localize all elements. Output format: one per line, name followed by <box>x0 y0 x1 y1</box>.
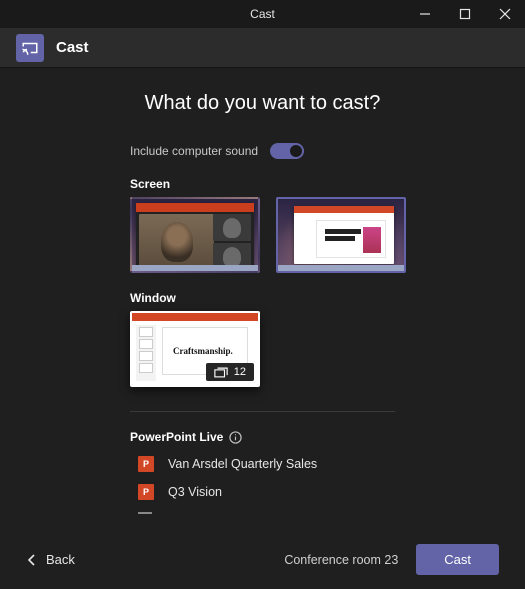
window-controls <box>405 0 525 28</box>
minimize-icon <box>419 8 431 20</box>
include-sound-row: Include computer sound <box>130 143 505 159</box>
maximize-button[interactable] <box>445 0 485 28</box>
ppl-more-indicator <box>138 512 152 514</box>
cast-app-icon <box>16 34 44 62</box>
app-window-preview <box>294 206 394 264</box>
window-thumbnail-1[interactable]: Craftsmanship. 12 <box>130 311 260 387</box>
screen-thumbnail-1[interactable] <box>130 197 260 273</box>
room-name: Conference room 23 <box>284 553 398 567</box>
cast-button[interactable]: Cast <box>416 544 499 575</box>
screen-thumbnails <box>130 197 505 273</box>
divider <box>130 411 395 412</box>
window-section-label: Window <box>130 291 505 305</box>
cast-icon <box>21 41 39 55</box>
powerpoint-live-header: PowerPoint Live <box>130 430 505 444</box>
app-window-preview <box>136 203 254 267</box>
title-bar: Cast <box>0 0 525 28</box>
toggle-knob <box>290 145 302 157</box>
maximize-icon <box>459 8 471 20</box>
window-thumbnails: Craftsmanship. 12 <box>130 311 505 387</box>
screen-section-label: Screen <box>130 177 505 191</box>
page-headline: What do you want to cast? <box>20 92 505 115</box>
ppl-file-title: Van Arsdel Quarterly Sales <box>168 457 317 471</box>
taskbar <box>132 265 258 271</box>
ppl-file-title: Q3 Vision <box>168 485 222 499</box>
chevron-left-icon <box>26 554 38 566</box>
info-icon[interactable] <box>229 431 242 444</box>
slide-title-text: Craftsmanship. <box>173 346 233 356</box>
back-label: Back <box>46 552 75 567</box>
powerpoint-file-icon: P <box>138 456 154 472</box>
ppl-file-1[interactable]: P Van Arsdel Quarterly Sales <box>138 456 505 472</box>
header-title: Cast <box>56 39 89 56</box>
app-header: Cast <box>0 28 525 68</box>
back-button[interactable]: Back <box>26 552 75 567</box>
main-content: What do you want to cast? Include comput… <box>0 92 525 514</box>
window-count-badge: 12 <box>206 363 254 381</box>
minimize-button[interactable] <box>405 0 445 28</box>
powerpoint-live-label: PowerPoint Live <box>130 430 223 444</box>
close-button[interactable] <box>485 0 525 28</box>
include-sound-label: Include computer sound <box>130 144 258 158</box>
window-count: 12 <box>234 366 246 378</box>
windows-stack-icon <box>214 367 228 378</box>
include-sound-toggle[interactable] <box>270 143 304 159</box>
window-title: Cast <box>250 7 275 21</box>
taskbar <box>278 265 404 271</box>
footer: Back Conference room 23 Cast <box>0 544 525 575</box>
close-icon <box>499 8 511 20</box>
ppl-file-2[interactable]: P Q3 Vision <box>138 484 505 500</box>
powerpoint-file-icon: P <box>138 484 154 500</box>
screen-thumbnail-2[interactable] <box>276 197 406 273</box>
